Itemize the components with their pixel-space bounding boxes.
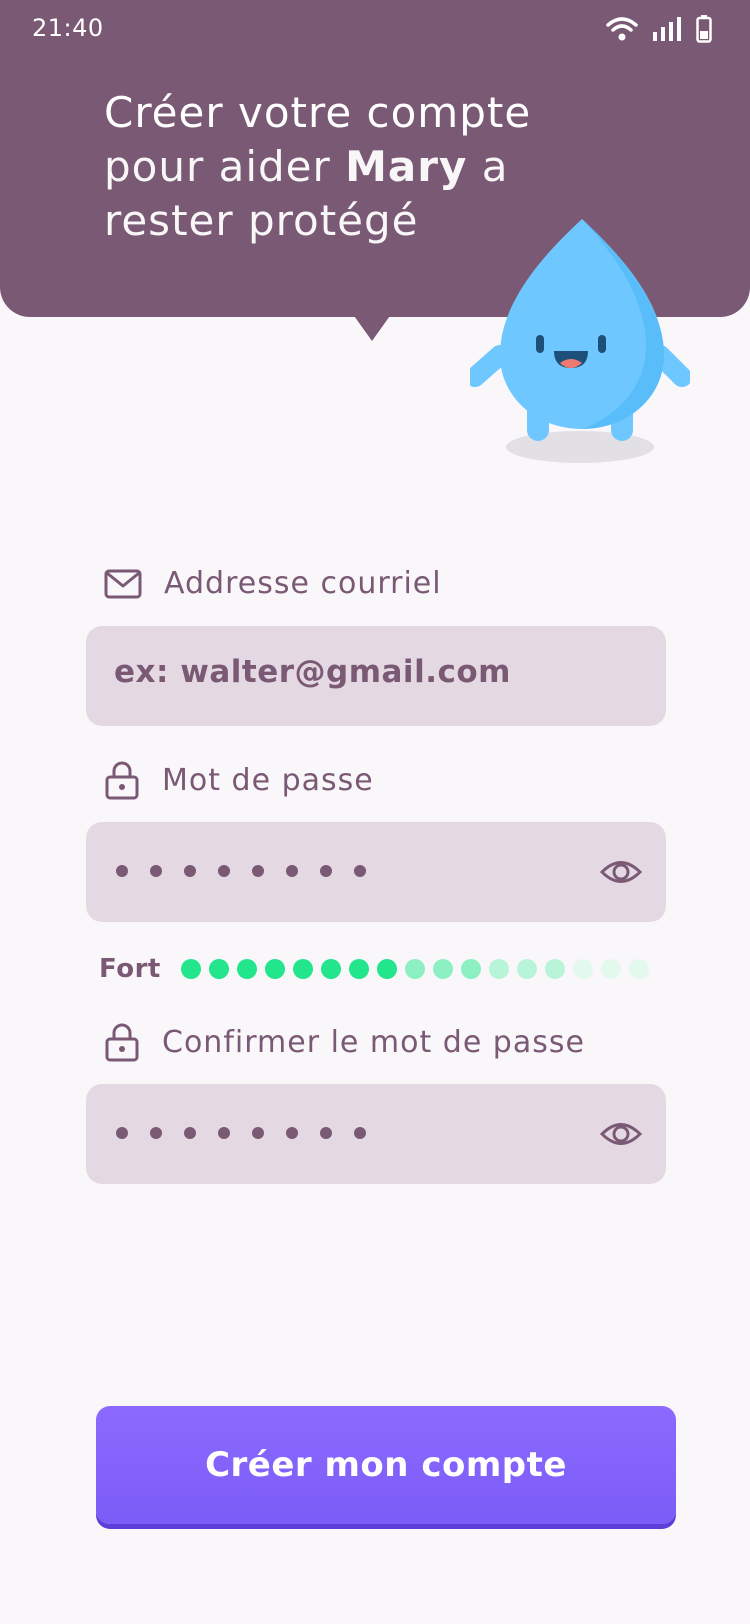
strength-dot	[404, 959, 425, 979]
strength-meter	[180, 959, 649, 979]
strength-dot	[460, 959, 481, 979]
confirm-password-field[interactable]	[86, 1084, 666, 1184]
password-label: Mot de passe	[104, 760, 374, 800]
email-field[interactable]: ex: walter@gmail.com	[86, 626, 666, 726]
strength-dot	[292, 959, 313, 979]
headline: Créer votre compte pour aider Mary a res…	[104, 86, 531, 248]
confirm-password-masked-value	[116, 1127, 366, 1139]
strength-dot	[544, 959, 565, 979]
strength-dot	[572, 959, 593, 979]
strength-dot	[628, 959, 649, 979]
strength-label: Fort	[99, 954, 161, 984]
password-label-text: Mot de passe	[162, 762, 374, 798]
headline-line-2: pour aider Mary a	[104, 140, 531, 194]
speech-bubble-tail	[352, 313, 392, 341]
battery-icon	[696, 15, 712, 43]
envelope-icon	[104, 569, 142, 598]
headline-line-1: Créer votre compte	[104, 88, 532, 137]
password-masked-value	[116, 865, 366, 877]
lock-icon	[105, 1023, 139, 1062]
strength-dot	[180, 959, 201, 979]
strength-dot	[432, 959, 453, 979]
email-placeholder: ex: walter@gmail.com	[114, 654, 511, 690]
headline-line-3: rester protégé	[104, 196, 419, 245]
strength-dot	[208, 959, 229, 979]
water-drop-mascot	[470, 219, 690, 463]
strength-dot	[348, 959, 369, 979]
status-time: 21:40	[32, 14, 104, 42]
strength-dot	[264, 959, 285, 979]
password-strength: Fort	[99, 954, 649, 984]
confirm-password-label-text: Confirmer le mot de passe	[162, 1024, 585, 1060]
strength-dot	[236, 959, 257, 979]
strength-dot	[488, 959, 509, 979]
headline-name: Mary	[345, 142, 468, 191]
status-icons	[606, 14, 712, 44]
signal-icon	[653, 17, 681, 41]
headline-line-2-suffix: a	[467, 142, 509, 191]
lock-icon	[105, 761, 139, 800]
strength-dot	[320, 959, 341, 979]
create-account-button[interactable]: Créer mon compte	[96, 1406, 676, 1524]
headline-line-2-prefix: pour aider	[104, 142, 346, 191]
strength-dot	[376, 959, 397, 979]
wifi-icon	[606, 17, 638, 41]
confirm-password-label: Confirmer le mot de passe	[104, 1022, 585, 1062]
strength-dot	[600, 959, 621, 979]
email-label: Addresse courriel	[104, 566, 442, 601]
show-password-eye-icon[interactable]	[600, 852, 642, 892]
strength-dot	[516, 959, 537, 979]
email-label-text: Addresse courriel	[164, 566, 442, 601]
show-confirm-password-eye-icon[interactable]	[600, 1114, 642, 1154]
password-field[interactable]	[86, 822, 666, 922]
